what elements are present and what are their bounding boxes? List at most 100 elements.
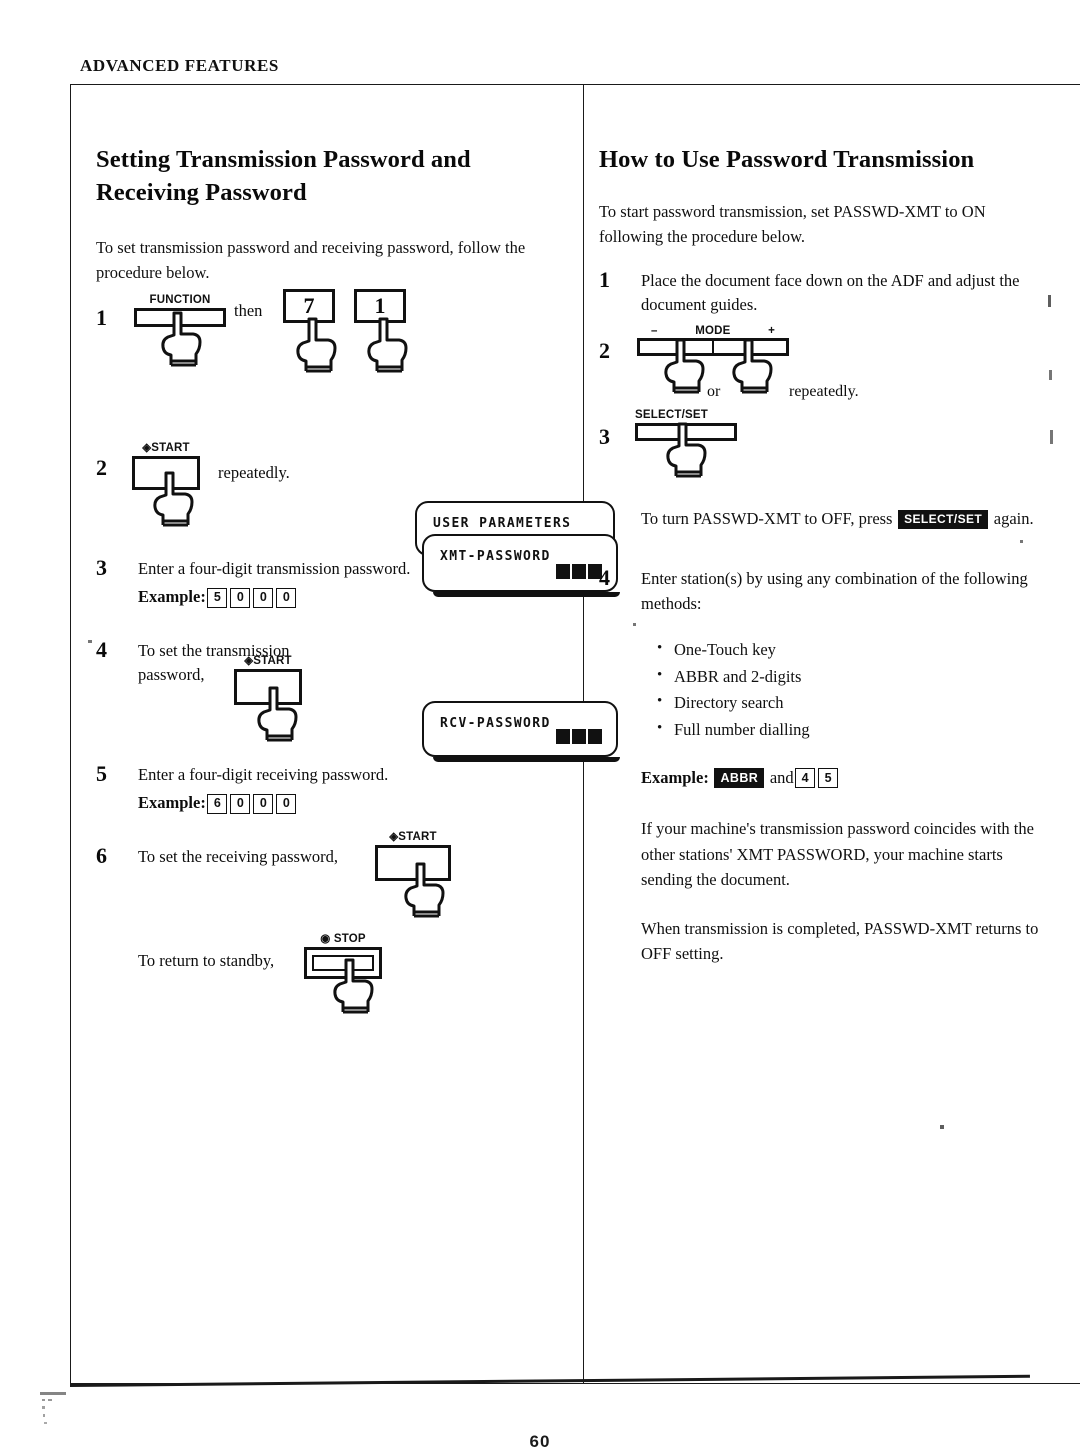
standby-text: To return to standby, xyxy=(138,951,275,970)
example-digit: 0 xyxy=(276,793,297,814)
scan-artifact xyxy=(40,1392,66,1424)
step-number: 5 xyxy=(96,761,107,787)
left-column: Setting Transmission Password and Receiv… xyxy=(70,84,620,1039)
step-number: 2 xyxy=(599,338,610,364)
step-5-text: Enter a four-digit receiving password. xyxy=(138,765,389,785)
step-number: 4 xyxy=(96,637,107,663)
note-transmission-completed: When transmission is completed, PASSWD-X… xyxy=(641,918,1039,963)
left-step-2: 2 ◈START repeatedly. xyxy=(96,443,555,531)
mode-key[interactable]: – MODE + xyxy=(637,325,789,394)
right-intro-paragraph: To start password transmission, set PASS… xyxy=(599,201,986,246)
left-step-6: 6 To set the receiving password, ◈START xyxy=(96,831,555,941)
turn-off-note-post: again. xyxy=(993,509,1034,529)
example-digit: 0 xyxy=(253,587,274,608)
step-number: 4 xyxy=(599,565,610,591)
digit-key-1[interactable]: 1 xyxy=(354,289,408,373)
step-number: 3 xyxy=(599,424,610,450)
mode-label: MODE xyxy=(695,325,731,338)
start-key[interactable]: ◈START xyxy=(375,831,451,918)
step-3-text: Enter a four-digit transmission password… xyxy=(138,559,411,579)
digit-key-7[interactable]: 7 xyxy=(283,289,337,373)
methods-list: One-Touch key ABBR and 2-digits Director… xyxy=(641,636,1050,744)
finger-pointer-icon xyxy=(367,317,408,373)
example-digit: 0 xyxy=(276,587,297,608)
note-password-coincides: If your machine's transmission password … xyxy=(641,819,1034,889)
list-item: ABBR and 2-digits xyxy=(657,663,1050,691)
example-label: Example: xyxy=(138,793,206,813)
start-key-label: ◈START xyxy=(389,831,437,843)
step-number: 6 xyxy=(96,843,107,868)
list-item: One-Touch key xyxy=(657,636,1050,664)
step-6-text: To set the receiving password, xyxy=(138,847,338,866)
right-step-3: 3 SELECT/SET xyxy=(599,410,1050,502)
start-key[interactable]: ◈START xyxy=(234,655,302,742)
example-digit: 4 xyxy=(795,768,816,789)
left-intro-paragraph: To set transmission password and receivi… xyxy=(96,238,526,283)
return-to-standby-row: To return to standby, ◉ STOP xyxy=(96,933,555,1039)
example-and-label: and xyxy=(769,767,794,787)
finger-pointer-icon xyxy=(296,317,337,373)
stop-key[interactable]: ◉ STOP xyxy=(304,933,382,1014)
step-number: 2 xyxy=(96,455,107,481)
abbr-key: ABBR xyxy=(714,768,765,789)
left-step-1: 1 FUNCTION then 7 1 xyxy=(96,289,555,385)
left-step-5: 5 Enter a four-digit receiving password.… xyxy=(96,763,555,815)
scan-speck xyxy=(940,1125,944,1129)
stop-circle-icon: ◉ xyxy=(320,933,331,945)
example-label: Example: xyxy=(641,767,709,787)
start-key-label: ◈START xyxy=(244,655,292,668)
select-set-key-label: SELECT/SET xyxy=(635,409,708,422)
right-step-4: 4 Enter station(s) by using any combinat… xyxy=(599,567,1050,790)
right-column: How to Use Password Transmission To star… xyxy=(583,84,1080,966)
list-item: Directory search xyxy=(657,689,1050,717)
start-diamond-icon: ◈ xyxy=(244,655,254,668)
function-key-label: FUNCTION xyxy=(149,294,211,307)
right-section-title: How to Use Password Transmission xyxy=(599,146,975,173)
scan-speck xyxy=(1049,370,1052,380)
digit-key-7-label: 7 xyxy=(303,293,315,319)
running-head: ADVANCED FEATURES xyxy=(80,56,279,75)
example-digit: 6 xyxy=(207,793,228,814)
right-step-1-text: Place the document face down on the ADF … xyxy=(641,270,1020,315)
turn-off-note: To turn PASSWD-XMT to OFF, press SELECT/… xyxy=(641,506,1050,531)
list-item: Full number dialling xyxy=(657,716,1050,744)
example-digit: 0 xyxy=(230,587,251,608)
start-diamond-icon: ◈ xyxy=(142,442,152,455)
step-4-text-line-1: To set the transmission xyxy=(138,641,290,661)
right-step-1: 1 Place the document face down on the AD… xyxy=(599,266,1050,319)
example-digit: 5 xyxy=(818,768,839,789)
start-key[interactable]: ◈START xyxy=(132,442,200,527)
right-step-2: 2 – MODE + or repeatedly. xyxy=(599,326,1050,414)
mode-plus-label: + xyxy=(768,325,775,338)
step-number: 3 xyxy=(96,555,107,581)
example-digit: 5 xyxy=(207,587,228,608)
scan-speck xyxy=(633,623,636,626)
example-digit: 0 xyxy=(230,793,251,814)
right-step-4-text: Enter station(s) by using any combinatio… xyxy=(641,569,1028,614)
mode-minus-label: – xyxy=(651,325,658,338)
then-label: then xyxy=(234,301,263,321)
scan-speck xyxy=(88,640,92,643)
start-key-label: ◈START xyxy=(142,442,190,455)
repeatedly-label: repeatedly. xyxy=(218,463,290,483)
step-number: 1 xyxy=(599,266,610,292)
scan-speck xyxy=(1050,430,1053,444)
repeatedly-label: repeatedly. xyxy=(789,383,859,401)
function-key[interactable]: FUNCTION xyxy=(134,294,226,367)
select-set-key[interactable]: SELECT/SET xyxy=(635,409,737,478)
left-step-3: 3 Enter a four-digit transmission passwo… xyxy=(96,557,555,609)
turn-off-note-pre: To turn PASSWD-XMT to OFF, press xyxy=(641,509,893,529)
step-number: 1 xyxy=(96,305,107,331)
example-digit: 0 xyxy=(253,793,274,814)
step-4-text-line-2: password, xyxy=(138,665,205,685)
scan-speck xyxy=(1020,540,1023,543)
start-diamond-icon: ◈ xyxy=(389,831,399,843)
example-label: Example: xyxy=(138,587,206,607)
scan-speck xyxy=(1048,295,1051,307)
stop-key-label: ◉ STOP xyxy=(320,933,366,945)
select-set-inline-key: SELECT/SET xyxy=(898,509,989,530)
left-section-title: Setting Transmission Password and Receiv… xyxy=(96,146,471,206)
or-label: or xyxy=(707,383,721,401)
digit-key-1-label: 1 xyxy=(374,293,386,319)
page-number: 60 xyxy=(529,1432,551,1450)
